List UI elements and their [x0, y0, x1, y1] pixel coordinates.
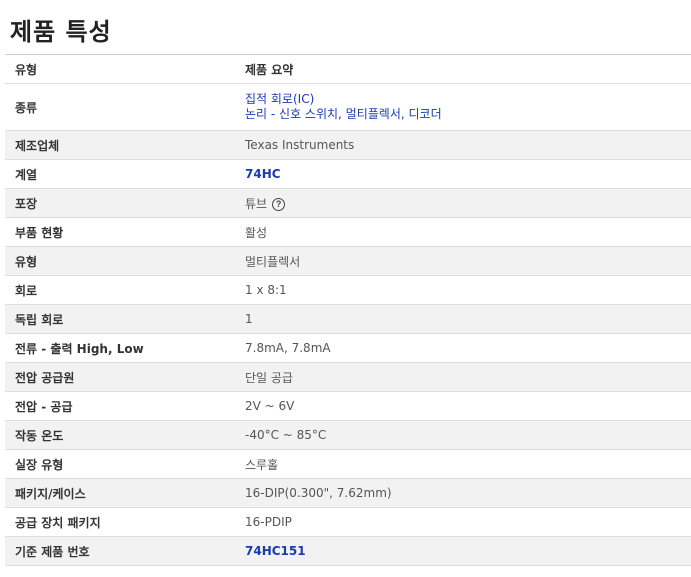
row-value: 1 x 8:1 — [245, 283, 287, 297]
table-row-packaging: 포장 튜브? — [5, 189, 691, 218]
row-value: 멀티플렉서 — [245, 254, 301, 269]
row-value: Texas Instruments — [245, 138, 355, 152]
table-row-manufacturer: 제조업체 Texas Instruments — [5, 131, 691, 160]
series-link[interactable]: 74HC — [245, 167, 281, 181]
table-row-type: 유형 멀티플렉서 — [5, 247, 691, 276]
row-label: 회로 — [15, 283, 38, 298]
table-row-series: 계열 74HC — [5, 160, 691, 189]
row-value: 16-DIP(0.300", 7.62mm) — [245, 486, 392, 500]
table-row-mounting-type: 실장 유형 스루홀 — [5, 450, 691, 479]
row-label: 계열 — [15, 167, 38, 182]
row-label: 작동 온도 — [15, 428, 64, 443]
page-title: 제품 특성 — [10, 18, 112, 46]
row-label: 종류 — [15, 100, 38, 115]
row-value: 16-PDIP — [245, 515, 292, 529]
row-value: 스루홀 — [245, 457, 279, 472]
base-product-link[interactable]: 74HC151 — [245, 544, 306, 558]
row-value: -40°C ~ 85°C — [245, 428, 327, 442]
packaging-value: 튜브 — [245, 196, 268, 211]
header-value: 제품 요약 — [245, 62, 294, 77]
category-link-ic[interactable]: 집적 회로(IC) — [245, 92, 691, 107]
row-label: 독립 회로 — [15, 312, 64, 327]
row-label: 전압 - 공급 — [15, 399, 73, 414]
row-label: 실장 유형 — [15, 457, 64, 472]
question-circle-icon[interactable]: ? — [272, 197, 286, 211]
table-row-operating-temp: 작동 온도 -40°C ~ 85°C — [5, 421, 691, 450]
table-row-category: 종류 집적 회로(IC) 논리 - 신호 스위치, 멀티플렉서, 디코더 — [5, 84, 691, 131]
row-label: 기준 제품 번호 — [15, 544, 90, 559]
row-label: 전류 - 출력 High, Low — [15, 341, 144, 356]
row-value: 74HC151 — [245, 544, 691, 558]
row-value: 튜브? — [245, 195, 691, 212]
row-value: 1 — [245, 312, 253, 326]
category-link-logic[interactable]: 논리 - 신호 스위치, 멀티플렉서, 디코더 — [245, 107, 691, 122]
table-row-voltage-supply-source: 전압 공급원 단일 공급 — [5, 363, 691, 392]
table-header-row: 유형 제품 요약 — [5, 55, 691, 84]
header-attribute: 유형 — [15, 62, 38, 77]
row-label: 제조업체 — [15, 138, 60, 153]
table-row-supplier-package: 공급 장치 패키지 16-PDIP — [5, 508, 691, 537]
row-label: 전압 공급원 — [15, 370, 75, 385]
spec-table: 유형 제품 요약 종류 집적 회로(IC) 논리 - 신호 스위치, 멀티플렉서… — [5, 54, 691, 566]
table-row-part-status: 부품 현황 활성 — [5, 218, 691, 247]
table-row-package-case: 패키지/케이스 16-DIP(0.300", 7.62mm) — [5, 479, 691, 508]
row-label: 유형 — [15, 254, 38, 269]
row-value: 74HC — [245, 167, 691, 181]
table-row-independent-circuits: 독립 회로 1 — [5, 305, 691, 334]
row-value: 활성 — [245, 225, 268, 240]
table-row-base-product: 기준 제품 번호 74HC151 — [5, 537, 691, 566]
product-attributes-panel: 제품 특성 유형 제품 요약 종류 집적 회로(IC) 논리 - 신호 스위치,… — [0, 0, 691, 577]
table-row-circuit: 회로 1 x 8:1 — [5, 276, 691, 305]
row-label: 패키지/케이스 — [15, 486, 86, 501]
row-value: 단일 공급 — [245, 370, 293, 385]
row-label: 공급 장치 패키지 — [15, 515, 101, 530]
row-value: 2V ~ 6V — [245, 399, 295, 413]
row-label: 부품 현황 — [15, 225, 64, 240]
table-row-current-output: 전류 - 출력 High, Low 7.8mA, 7.8mA — [5, 334, 691, 363]
row-value: 집적 회로(IC) 논리 - 신호 스위치, 멀티플렉서, 디코더 — [245, 92, 691, 122]
table-row-voltage-supply: 전압 - 공급 2V ~ 6V — [5, 392, 691, 421]
row-value: 7.8mA, 7.8mA — [245, 341, 331, 355]
row-label: 포장 — [15, 196, 38, 211]
